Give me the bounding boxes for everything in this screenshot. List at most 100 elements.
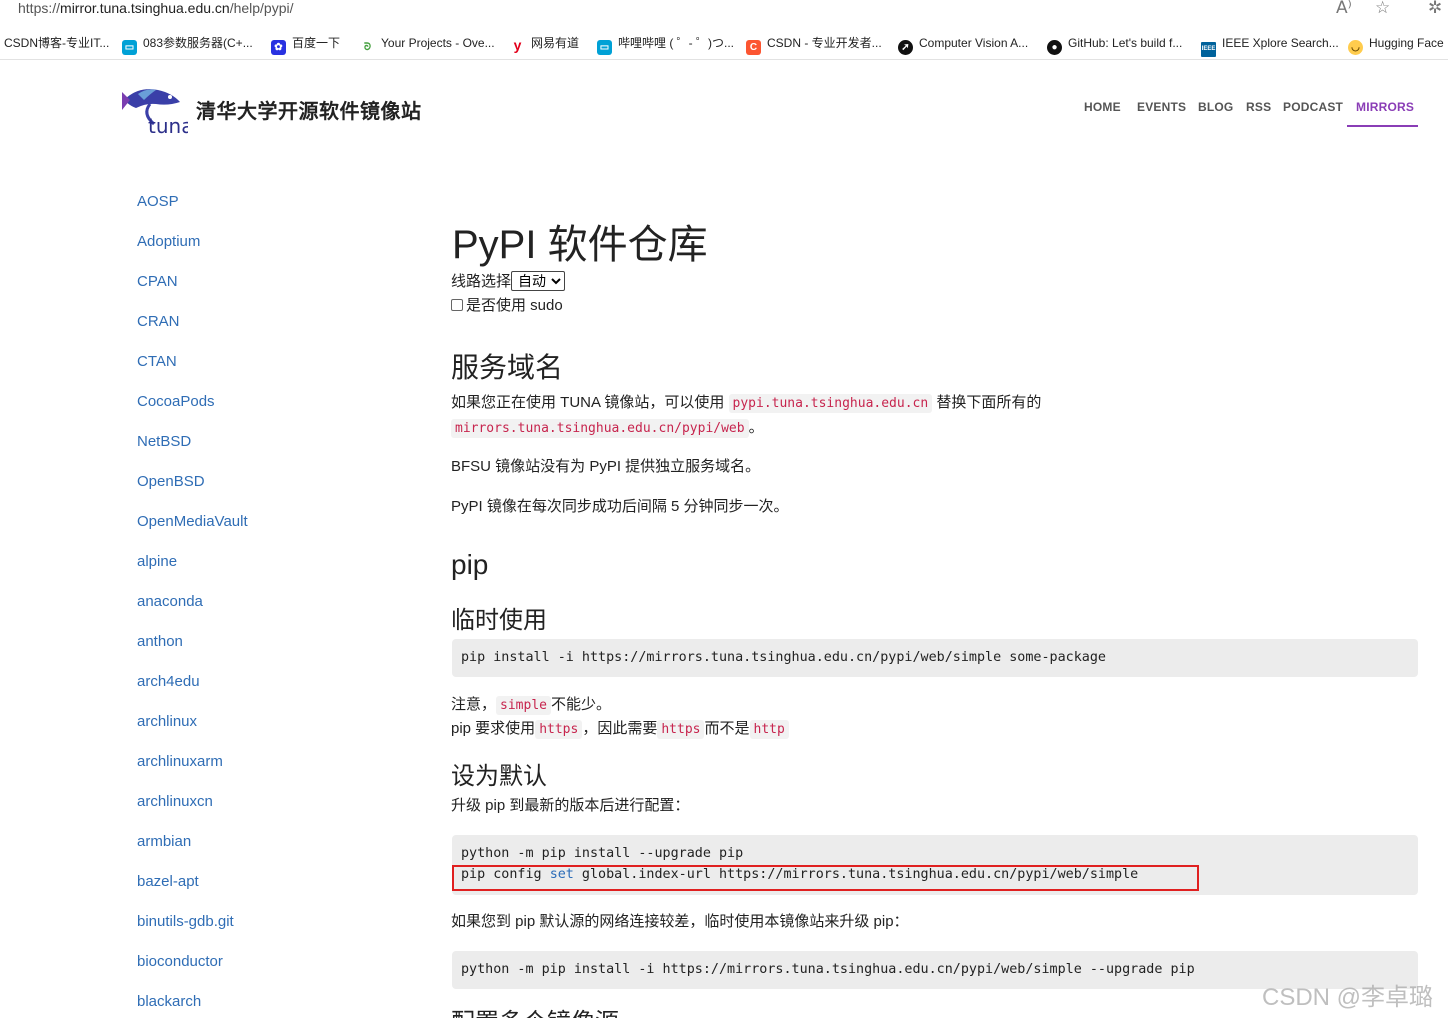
bookmark-label: GitHub: Let's build f... (1068, 36, 1183, 50)
bookmark-label: 网易有道 (531, 36, 580, 50)
browser-address-bar[interactable]: https://mirror.tuna.tsinghua.edu.cn/help… (0, 0, 1448, 22)
bookmark-label: 哔哩哔哩 ( ゜- ゜)つ... (618, 36, 734, 50)
domain-text-b: 替换下面所有的 (936, 394, 1042, 411)
hugging-face-emoji-icon: ◡ (1348, 40, 1363, 55)
route-select[interactable]: 自动 (511, 271, 566, 291)
sidebar-item-archlinuxarm[interactable]: archlinuxarm (137, 752, 223, 772)
default-code-line-1: python -m pip install --upgrade pip (461, 846, 744, 861)
sidebar-item-openmediavault[interactable]: OpenMediaVault (137, 512, 248, 532)
sidebar-item-aosp[interactable]: AOSP (137, 192, 179, 212)
tuna-fish-icon: tuna (122, 89, 193, 138)
domain-paragraph-2: BFSU 镜像站没有为 PyPI 提供独立服务域名。 (451, 458, 761, 475)
bookmark-csdn[interactable]: C CSDN - 专业开发者... (746, 34, 882, 55)
bookmark-github[interactable]: ● GitHub: Let's build f... (1047, 34, 1183, 55)
bookmark-baidu[interactable]: ✿ 百度一下 (271, 34, 341, 55)
sidebar-item-archlinuxcn[interactable]: archlinuxcn (137, 792, 213, 812)
site-title[interactable]: 清华大学开源软件镜像站 (196, 95, 422, 124)
ieee-icon: IEEE (1201, 42, 1216, 57)
temp-use-heading: 临时使用 (451, 607, 547, 634)
sidebar-item-binutils-gdb[interactable]: binutils-gdb.git (137, 912, 234, 932)
nav-podcast[interactable]: PODCAST (1283, 100, 1343, 114)
tuna-logo[interactable]: tuna (120, 84, 193, 138)
bookmark-youdao[interactable]: y 网易有道 (510, 34, 580, 53)
https-code-1: https (535, 720, 583, 739)
bilibili-tv-icon: ▭ (122, 40, 137, 55)
https-text-b: ，因此需要 (582, 720, 658, 737)
sidebar-item-bioconductor[interactable]: bioconductor (137, 952, 223, 972)
domain-paragraph-3: PyPI 镜像在每次同步成功后间隔 5 分钟同步一次。 (451, 498, 789, 515)
favorite-star-icon[interactable]: ☆ (1375, 0, 1390, 18)
pip-heading: pip (451, 549, 489, 580)
extensions-icon[interactable]: ✲ (1428, 0, 1442, 18)
temp-code-block[interactable]: pip install -i https://mirrors.tuna.tsin… (452, 639, 1418, 677)
youdao-y-icon: y (510, 38, 525, 53)
sidebar-item-alpine[interactable]: alpine (137, 552, 177, 572)
multi-mirror-heading: 配置多个镜像源 (451, 1002, 619, 1018)
bookmark-ieee[interactable]: IEEE IEEE Xplore Search... (1201, 34, 1339, 57)
active-nav-indicator (1347, 125, 1418, 127)
bookmark-label: CSDN - 专业开发者... (767, 36, 882, 50)
domain-code-pypi-host: pypi.tuna.tsinghua.edu.cn (728, 394, 933, 413)
baidu-paw-icon: ✿ (271, 40, 286, 55)
https-text-c: 而不是 (704, 720, 750, 737)
sidebar-item-anthon[interactable]: anthon (137, 632, 183, 652)
domain-text-c: 。 (748, 419, 764, 436)
sidebar-item-archlinux[interactable]: archlinux (137, 712, 197, 732)
bookmark-label: CSDN博客-专业IT... (4, 36, 110, 50)
sidebar-item-bazel-apt[interactable]: bazel-apt (137, 872, 199, 892)
bookmark-param-server[interactable]: ▭ 083参数服务器(C+... (122, 34, 253, 55)
overleaf-leaf-icon: ᘐ (360, 40, 375, 55)
https-text-a: pip 要求使用 (451, 720, 536, 737)
nav-mirrors[interactable]: MIRRORS (1356, 100, 1414, 114)
bookmark-bilibili[interactable]: ▭ 哔哩哔哩 ( ゜- ゜)つ... (597, 34, 734, 55)
read-aloud-icon[interactable]: A⁾ (1336, 0, 1352, 18)
sidebar-item-cpan[interactable]: CPAN (137, 272, 178, 292)
url-path: /help/pypi/ (229, 0, 294, 16)
bookmark-label: Computer Vision A... (919, 36, 1029, 50)
bookmark-hugging-face[interactable]: ◡ Hugging Face (1348, 34, 1444, 55)
note-simple: 注意， simple 不能少。 (451, 694, 611, 717)
set-default-paragraph: 升级 pip 到最新的版本后进行配置： (451, 797, 690, 814)
domain-text-a: 如果您正在使用 TUNA 镜像站，可以使用 (451, 394, 725, 411)
sidebar-item-adoptium[interactable]: Adoptium (137, 232, 200, 252)
sidebar-item-blackarch[interactable]: blackarch (137, 992, 201, 1012)
domain-heading: 服务域名 (451, 352, 564, 383)
nav-blog[interactable]: BLOG (1198, 100, 1233, 114)
bookmark-overleaf[interactable]: ᘐ Your Projects - Ove... (360, 34, 495, 55)
sidebar-item-netbsd[interactable]: NetBSD (137, 432, 191, 452)
url-text[interactable]: https://mirror.tuna.tsinghua.edu.cn/help… (18, 0, 294, 16)
sidebar-item-openbsd[interactable]: OpenBSD (137, 472, 205, 492)
csdn-c-icon: C (746, 40, 761, 55)
nav-events[interactable]: EVENTS (1137, 100, 1186, 114)
csdn-watermark: CSDN @李卓璐 (1262, 984, 1434, 1011)
sidebar-item-ctan[interactable]: CTAN (137, 352, 177, 372)
domain-paragraph-1-cont: mirrors.tuna.tsinghua.edu.cn/pypi/web。 (451, 417, 764, 440)
bookmark-csdn-blog[interactable]: CSDN博客-专业IT... (4, 34, 109, 52)
sidebar-item-anaconda[interactable]: anaconda (137, 592, 203, 612)
note-text-b: 不能少。 (550, 696, 611, 713)
https-code-2: https (657, 720, 705, 739)
nav-home[interactable]: HOME (1084, 100, 1121, 114)
sidebar-item-cran[interactable]: CRAN (137, 312, 180, 332)
bookmark-label: Hugging Face (1369, 36, 1444, 50)
bookmark-label: IEEE Xplore Search... (1222, 36, 1339, 50)
sudo-checkbox[interactable] (451, 299, 463, 311)
url-host: mirror.tuna.tsinghua.edu.cn (60, 0, 230, 16)
bookmark-computer-vision[interactable]: ➚ Computer Vision A... (898, 34, 1029, 55)
route-select-row: 线路选择 自动 (451, 271, 566, 293)
bilibili-tv-icon: ▭ (597, 40, 612, 55)
domain-paragraph-1: 如果您正在使用 TUNA 镜像站，可以使用 pypi.tuna.tsinghua… (451, 392, 1041, 415)
https-code-3: http (749, 720, 789, 739)
sudo-row: 是否使用 sudo (451, 295, 563, 317)
sudo-label[interactable]: 是否使用 sudo (466, 297, 563, 314)
route-label: 线路选择 (451, 273, 512, 290)
sidebar-item-armbian[interactable]: armbian (137, 832, 191, 852)
logo-text: tuna (148, 114, 188, 136)
sidebar-item-cocoapods[interactable]: CocoaPods (137, 392, 215, 412)
note-code-simple: simple (496, 696, 551, 715)
nav-rss[interactable]: RSS (1246, 100, 1271, 114)
set-default-heading: 设为默认 (451, 763, 547, 790)
sidebar-item-arch4edu[interactable]: arch4edu (137, 672, 200, 692)
bookmark-label: 百度一下 (292, 36, 341, 50)
bookmark-label: 083参数服务器(C+... (143, 36, 253, 50)
